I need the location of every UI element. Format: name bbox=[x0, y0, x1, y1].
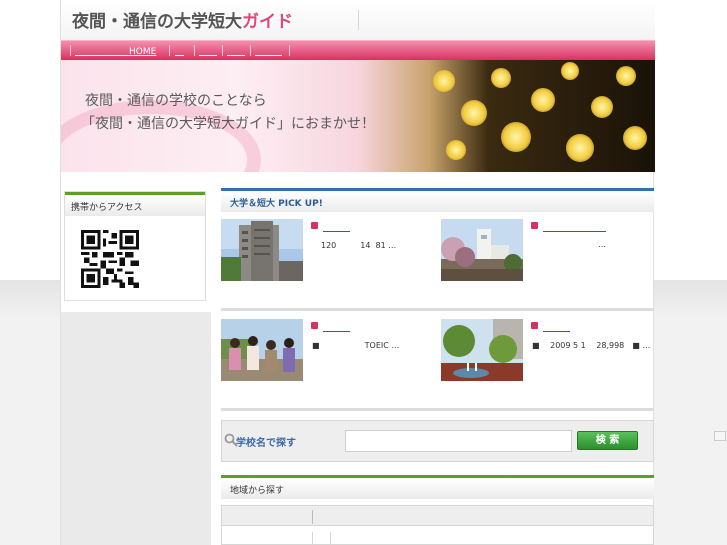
nav-link-2[interactable] bbox=[175, 44, 184, 57]
logo-accent-text: ガイド bbox=[242, 12, 293, 32]
pickup-card-2-link[interactable] bbox=[543, 220, 606, 233]
bokeh-light bbox=[616, 66, 636, 86]
pickup-badge-icon bbox=[531, 222, 538, 229]
bokeh-light bbox=[591, 96, 613, 118]
nav-separator bbox=[222, 45, 223, 56]
nav-home-link[interactable]: HOME bbox=[75, 44, 156, 57]
pickup-card-4-link[interactable] bbox=[543, 320, 570, 333]
region-table-header-row bbox=[222, 506, 653, 526]
nav-separator bbox=[289, 45, 290, 56]
search-button[interactable]: 検 索 bbox=[577, 431, 638, 450]
pickup-badge-icon bbox=[531, 322, 538, 329]
logo-main-text: 夜間・通信の大学短大 bbox=[72, 12, 242, 32]
pickup-section-divider bbox=[221, 408, 654, 411]
bokeh-light bbox=[566, 134, 594, 162]
site-logo[interactable]: 夜間・通信の大学短大ガイド bbox=[72, 7, 293, 32]
nav-separator bbox=[169, 45, 170, 56]
site-header: 夜間・通信の大学短大ガイド bbox=[61, 0, 655, 40]
pickup-card-3-link[interactable] bbox=[323, 320, 350, 333]
region-table-separator bbox=[330, 532, 331, 545]
pickup-photo-campus[interactable] bbox=[441, 319, 523, 381]
nav-separator bbox=[250, 45, 251, 56]
hero-swirl-decoration bbox=[61, 100, 261, 172]
region-search-title: 地域から探す bbox=[221, 475, 654, 499]
bokeh-light bbox=[501, 122, 531, 152]
mobile-access-title: 携帯からアクセス bbox=[65, 192, 205, 216]
bokeh-light bbox=[623, 126, 647, 150]
mobile-access-box: 携帯からアクセス bbox=[64, 191, 206, 301]
search-input[interactable] bbox=[345, 430, 572, 452]
pickup-row-divider bbox=[221, 308, 654, 311]
nav-link-5[interactable] bbox=[255, 44, 282, 57]
bokeh-light bbox=[446, 140, 466, 160]
pickup-card-1-text: 120 14 81 … bbox=[321, 241, 397, 250]
bokeh-light bbox=[491, 68, 511, 88]
bokeh-light bbox=[433, 70, 455, 92]
pickup-card-3-text: ■ TOEIC … bbox=[312, 341, 400, 350]
region-table bbox=[221, 505, 654, 545]
pickup-photo-students[interactable] bbox=[221, 319, 303, 381]
pickup-card-2-text: … bbox=[598, 240, 606, 249]
pickup-badge-icon bbox=[311, 322, 318, 329]
pickup-card-4-text: ■ 2009 5 1 28,998 ■ … bbox=[532, 341, 651, 350]
header-divider bbox=[358, 10, 359, 30]
page-container: 夜間・通信の大学短大ガイド HOME 夜間・通信の学校のことなら 「夜間・通信の bbox=[60, 0, 655, 545]
nav-link-3[interactable] bbox=[199, 44, 217, 57]
global-nav: HOME bbox=[61, 40, 655, 60]
pickup-photo-building-2[interactable] bbox=[441, 219, 523, 281]
school-name-search: 学校名で探す 検 索 bbox=[221, 420, 654, 462]
pickup-card-1-link[interactable] bbox=[323, 220, 350, 233]
hero-text-line1: 夜間・通信の学校のことなら bbox=[85, 93, 267, 109]
nav-separator bbox=[70, 45, 71, 56]
search-label: 学校名で探す bbox=[236, 438, 296, 449]
region-table-separator bbox=[312, 510, 313, 524]
bokeh-light bbox=[531, 88, 555, 112]
region-table-separator bbox=[312, 532, 313, 545]
nav-link-4[interactable] bbox=[227, 44, 245, 57]
page-scroll-handle[interactable] bbox=[714, 431, 726, 441]
bokeh-light bbox=[561, 62, 579, 80]
nav-separator bbox=[194, 45, 195, 56]
pickup-section-title: 大学＆短大 PICK UP! bbox=[221, 188, 654, 212]
hero-text-line2: 「夜間・通信の大学短大ガイド」におまかせ！ bbox=[81, 116, 375, 132]
pickup-badge-icon bbox=[311, 222, 318, 229]
sidebar-lower-area bbox=[61, 312, 211, 545]
pickup-photo-building-1[interactable] bbox=[221, 219, 303, 281]
hero-banner: 夜間・通信の学校のことなら 「夜間・通信の大学短大ガイド」におまかせ！ bbox=[61, 60, 655, 172]
qr-code bbox=[81, 230, 139, 288]
bokeh-light bbox=[461, 100, 487, 126]
